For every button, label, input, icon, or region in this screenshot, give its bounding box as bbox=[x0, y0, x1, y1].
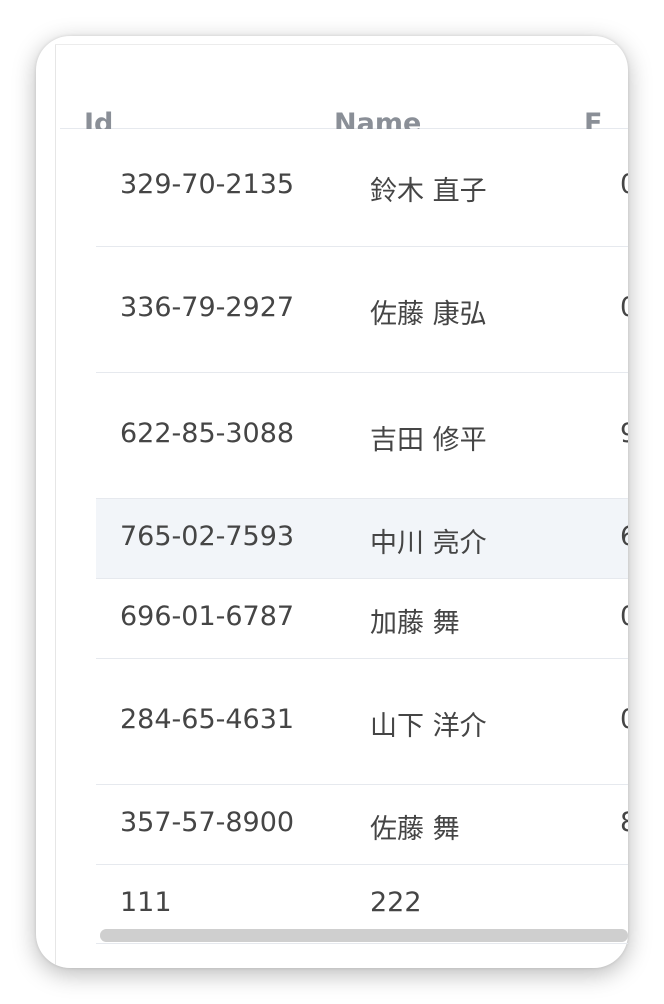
cell-id: 284-65-4631 bbox=[120, 704, 295, 735]
cell-id: 357-57-8900 bbox=[120, 807, 295, 838]
cell-extra: 0 bbox=[620, 292, 628, 323]
cell-extra: 8 bbox=[620, 807, 628, 838]
cell-extra: 0 bbox=[620, 704, 628, 735]
cell-name: 山下 洋介 bbox=[370, 711, 487, 742]
cell-name: 加藤 舞 bbox=[370, 608, 460, 639]
table-bottom-divider bbox=[96, 943, 628, 944]
cell-name: 佐藤 舞 bbox=[370, 814, 460, 845]
table-row[interactable]: 336-79-2927 佐藤 康弘 0 bbox=[96, 247, 628, 373]
cell-name: 佐藤 康弘 bbox=[370, 299, 487, 330]
column-header-id[interactable]: Id bbox=[84, 108, 113, 129]
cell-extra: 0 bbox=[620, 169, 628, 200]
cell-id: 329-70-2135 bbox=[120, 169, 295, 200]
table-row[interactable]: 329-70-2135 鈴木 直子 0 bbox=[96, 165, 628, 247]
cell-extra: 6 bbox=[620, 521, 628, 552]
column-header-name[interactable]: Name bbox=[334, 108, 421, 129]
cell-name: 吉田 修平 bbox=[370, 425, 487, 456]
cell-id: 336-79-2927 bbox=[120, 292, 295, 323]
horizontal-scrollbar-track[interactable] bbox=[100, 929, 628, 942]
cell-id: 622-85-3088 bbox=[120, 418, 295, 449]
panel-left-edge bbox=[55, 44, 56, 968]
panel-top-edge bbox=[55, 44, 628, 45]
cell-extra: 0 bbox=[620, 601, 628, 632]
cell-name: 鈴木 直子 bbox=[370, 176, 487, 207]
table-row[interactable]: 622-85-3088 吉田 修平 9 bbox=[96, 373, 628, 499]
column-header-extra[interactable]: F bbox=[584, 108, 602, 129]
horizontal-scrollbar-thumb[interactable] bbox=[100, 929, 628, 942]
table-row[interactable]: 696-01-6787 加藤 舞 0 bbox=[96, 579, 628, 659]
cell-id: 765-02-7593 bbox=[120, 521, 295, 552]
cell-name: 222 bbox=[370, 887, 422, 918]
table-header-row: Id Name F bbox=[60, 50, 628, 129]
cell-extra: 9 bbox=[620, 418, 628, 449]
table-row-hovered[interactable]: 765-02-7593 中川 亮介 6 bbox=[96, 499, 628, 579]
cell-id: 111 bbox=[120, 887, 172, 918]
table-row[interactable]: 357-57-8900 佐藤 舞 8 bbox=[96, 785, 628, 865]
cell-name: 中川 亮介 bbox=[370, 528, 487, 559]
table-row[interactable]: 284-65-4631 山下 洋介 0 bbox=[96, 659, 628, 785]
cell-id: 696-01-6787 bbox=[120, 601, 295, 632]
data-table: Id Name F bbox=[60, 50, 628, 129]
table-body: 329-70-2135 鈴木 直子 0 336-79-2927 佐藤 康弘 0 … bbox=[96, 165, 628, 945]
